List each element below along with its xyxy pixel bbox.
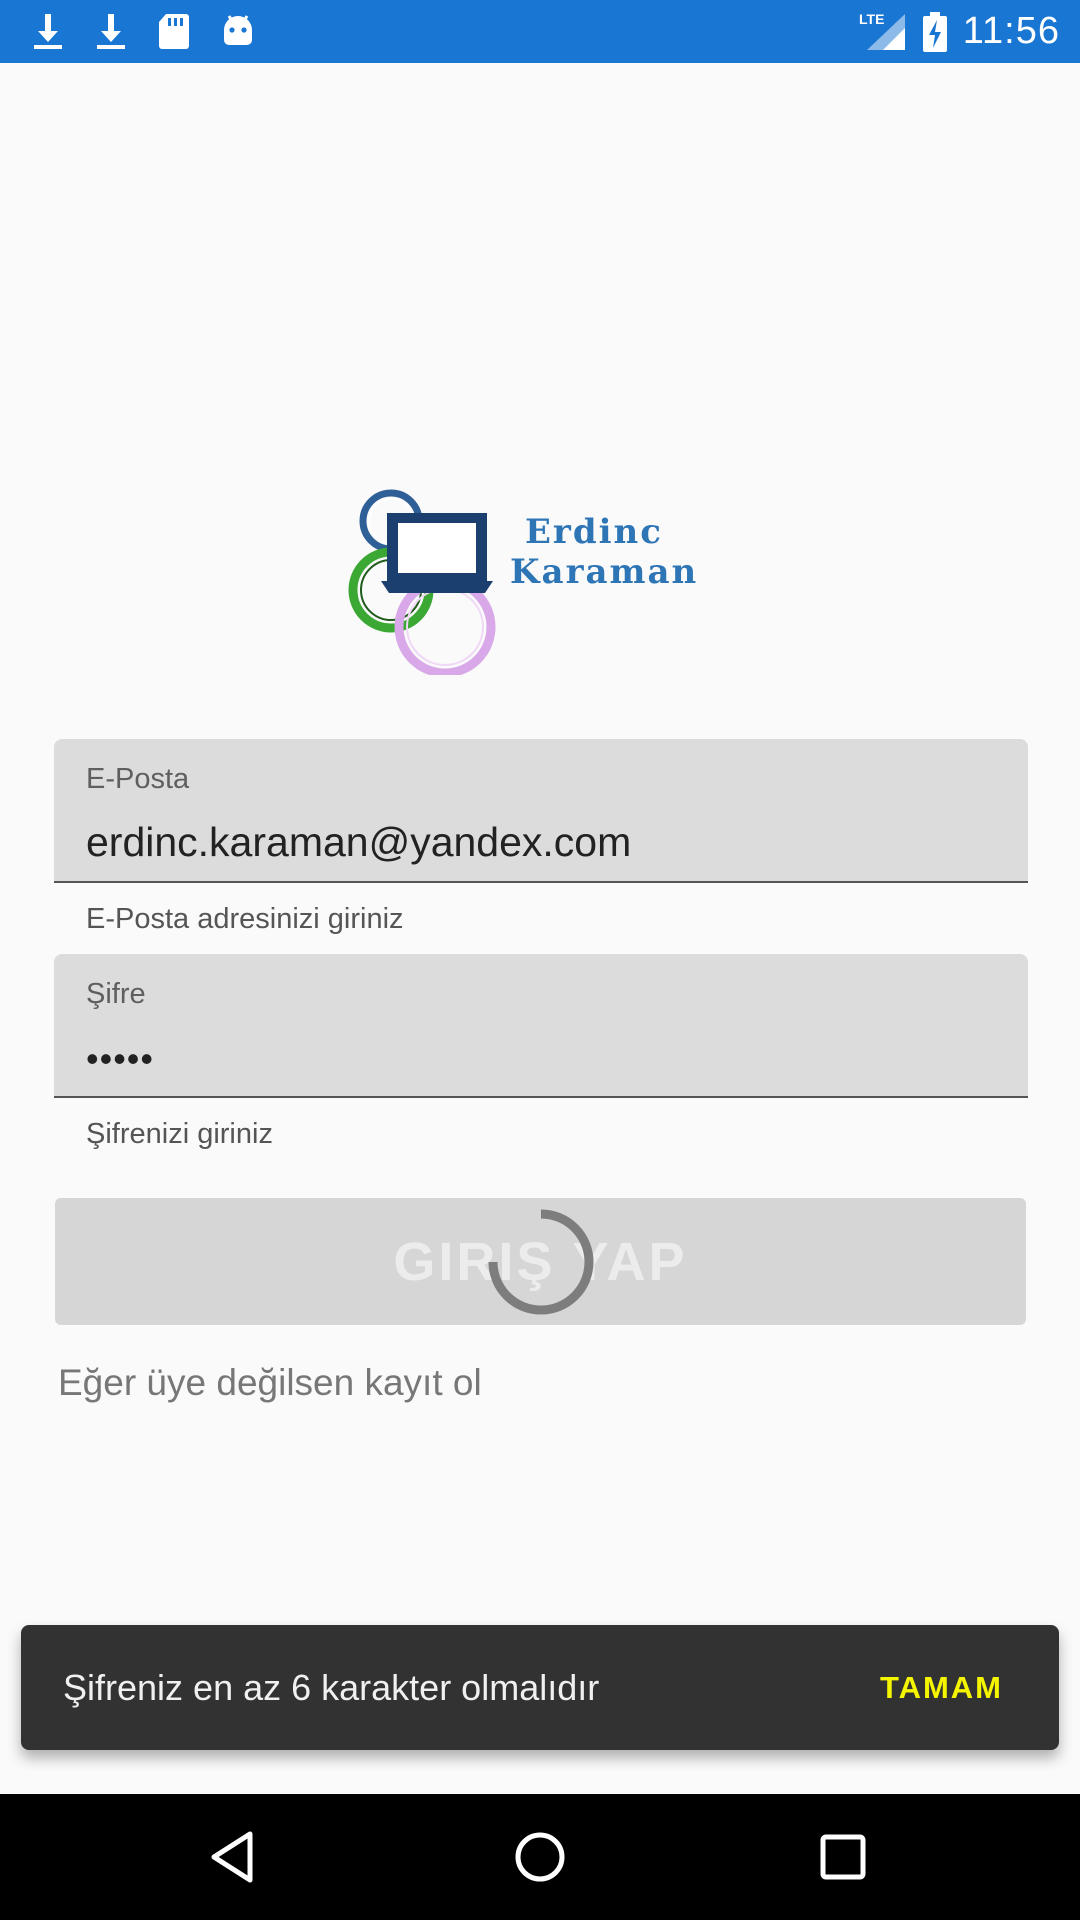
- logo-text-line1: Erdinc: [525, 512, 663, 552]
- loading-spinner-icon: [488, 1209, 593, 1314]
- snackbar-action-button[interactable]: TAMAM: [880, 1625, 1003, 1750]
- lte-signal-icon: LTE: [859, 11, 905, 50]
- snackbar: Şifreniz en az 6 karakter olmalıdır TAMA…: [21, 1625, 1059, 1750]
- login-screen: LTE 11:56 Erdinc Karaman E-Posta erdinc.…: [0, 0, 1080, 1920]
- app-logo: Erdinc Karaman: [345, 485, 725, 675]
- password-field-label: Şifre: [86, 978, 146, 1010]
- battery-charging-icon: [922, 11, 947, 52]
- navigation-bar: [0, 1794, 1080, 1920]
- email-field-label: E-Posta: [86, 763, 190, 795]
- status-bar: LTE 11:56: [0, 0, 1080, 63]
- home-icon[interactable]: [505, 1822, 575, 1892]
- sd-card-icon: [159, 14, 189, 49]
- email-field-value[interactable]: erdinc.karaman@yandex.com: [86, 819, 631, 866]
- back-icon[interactable]: [200, 1822, 270, 1892]
- snackbar-message: Şifreniz en az 6 karakter olmalıdır: [63, 1667, 600, 1708]
- network-type-label: LTE: [859, 11, 884, 27]
- download-icon: [34, 14, 62, 49]
- logo-text-line2: Karaman: [510, 552, 699, 592]
- email-field[interactable]: E-Posta erdinc.karaman@yandex.com: [54, 739, 1028, 883]
- recents-icon[interactable]: [808, 1822, 878, 1892]
- download-icon: [97, 14, 125, 49]
- clock: 11:56: [962, 10, 1060, 52]
- android-icon: [224, 15, 252, 45]
- password-field-value[interactable]: •••••: [86, 1038, 154, 1080]
- login-button[interactable]: GIRIŞ YAP: [55, 1198, 1026, 1325]
- email-helper-text: E-Posta adresinizi giriniz: [86, 903, 404, 935]
- register-link[interactable]: Eğer üye değilsen kayıt ol: [58, 1362, 482, 1404]
- password-helper-text: Şifrenizi giriniz: [86, 1118, 273, 1150]
- password-field[interactable]: Şifre •••••: [54, 954, 1028, 1098]
